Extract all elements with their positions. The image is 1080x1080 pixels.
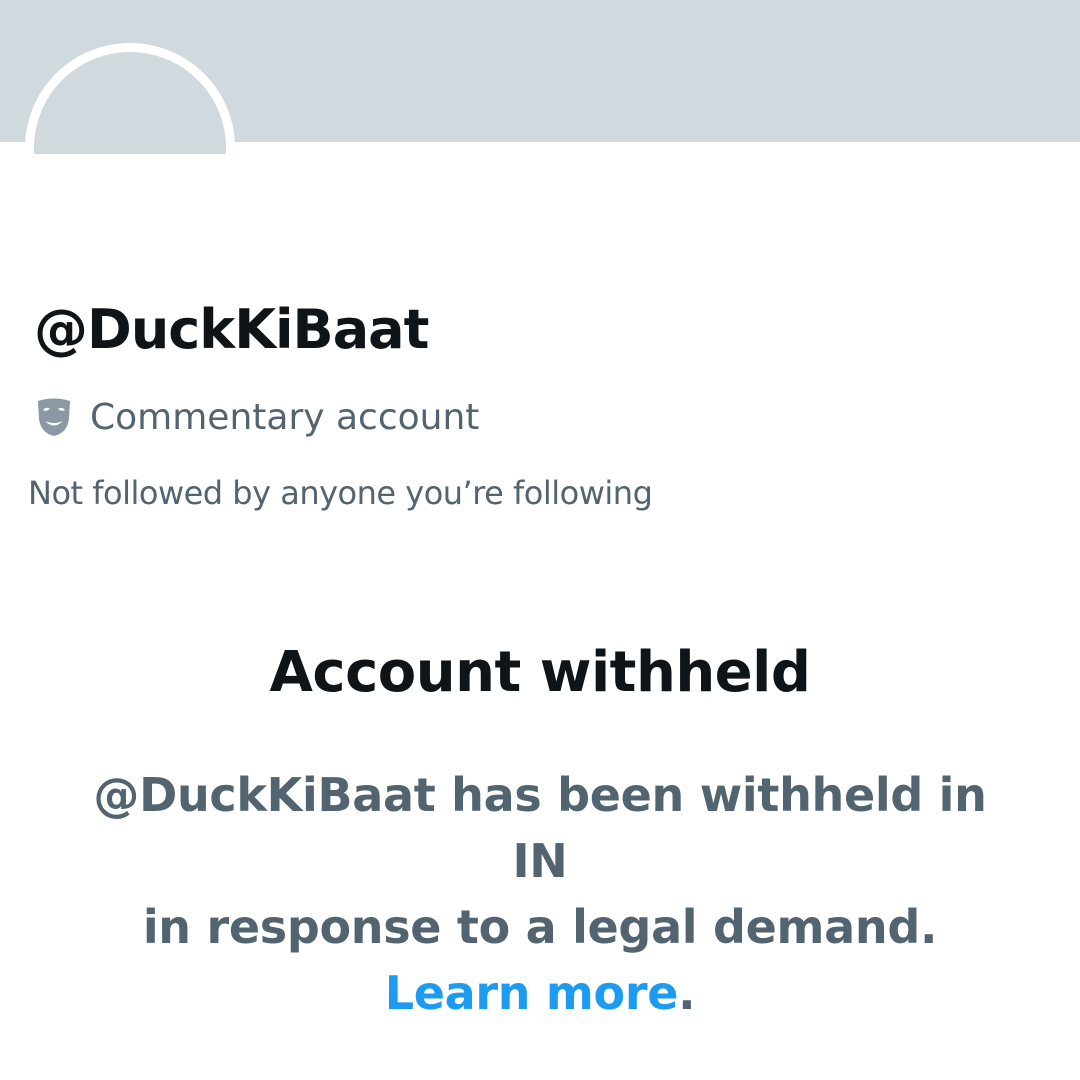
withheld-message-line2: in response to a legal demand. xyxy=(142,900,938,954)
withheld-message: @DuckKiBaat has been withheld in IN in r… xyxy=(80,762,1000,1026)
followers-you-know: Not followed by anyone you’re following xyxy=(28,474,653,512)
account-label-text: Commentary account xyxy=(90,396,480,438)
learn-more-link[interactable]: Learn more xyxy=(385,966,679,1020)
profile-avatar[interactable] xyxy=(25,43,235,154)
withheld-message-line1: @DuckKiBaat has been withheld in IN xyxy=(93,768,987,888)
withheld-title: Account withheld xyxy=(269,640,811,705)
account-label: Commentary account xyxy=(36,392,479,442)
theater-masks-icon xyxy=(38,398,70,436)
profile-handle: @DuckKiBaat xyxy=(34,298,429,361)
message-period: . xyxy=(678,966,696,1020)
